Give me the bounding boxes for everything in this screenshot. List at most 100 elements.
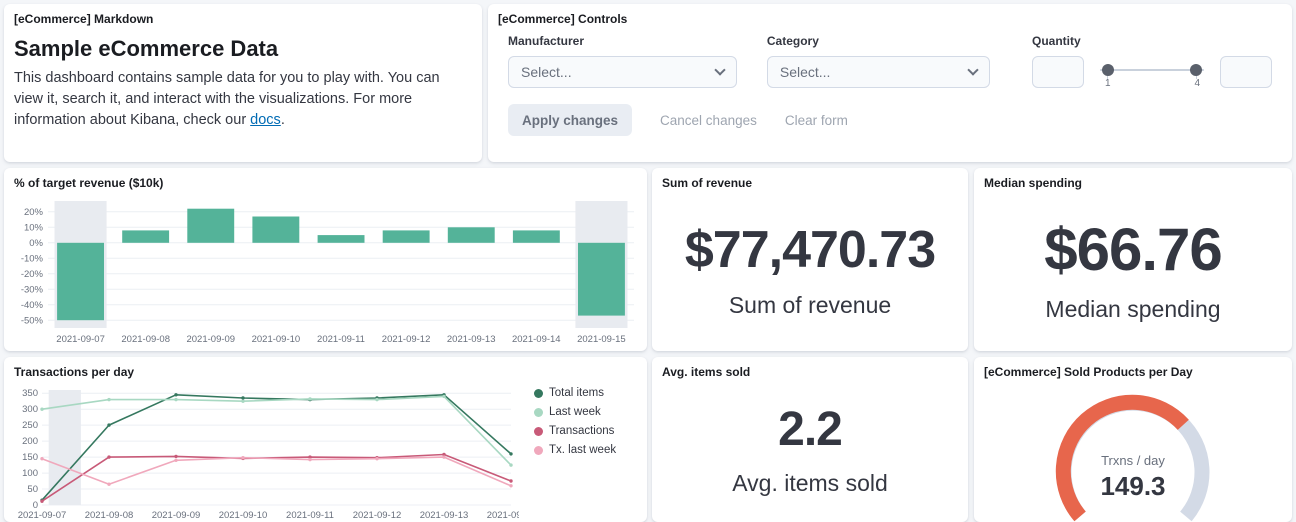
bar-chart: 20%10%0%-10%-20%-30%-40%-50%2021-09-0720…	[12, 196, 639, 351]
manufacturer-label: Manufacturer	[508, 34, 737, 48]
manufacturer-control: Manufacturer Select...	[508, 34, 737, 88]
panel-transactions-per-day: Transactions per day 0501001502002503003…	[4, 357, 647, 522]
slider-min-label: 1	[1105, 78, 1111, 89]
metric: $66.76 Median spending	[974, 192, 1292, 351]
legend-label: Last week	[549, 406, 601, 418]
quantity-slider[interactable]: 1 4	[1100, 56, 1204, 88]
svg-text:2021-09-08: 2021-09-08	[121, 334, 170, 345]
panel-median-spending: Median spending $66.76 Median spending	[974, 168, 1292, 351]
apply-changes-button[interactable]: Apply changes	[508, 104, 632, 136]
legend-item-total-items[interactable]: Total items	[534, 387, 616, 399]
svg-text:-10%: -10%	[21, 253, 44, 264]
panel-title: Sum of revenue	[652, 168, 968, 192]
legend-color-dot	[534, 389, 543, 398]
chart-legend: Total items Last week Transactions Tx. l…	[534, 387, 616, 456]
svg-text:350: 350	[22, 388, 38, 399]
panel-sold-products-per-day: [eCommerce] Sold Products per Day Trxns …	[974, 357, 1292, 522]
legend-color-dot	[534, 408, 543, 417]
docs-link[interactable]: docs	[250, 112, 281, 128]
metric-value: $77,470.73	[685, 224, 935, 276]
panel-target-revenue: % of target revenue ($10k) 20%10%0%-10%-…	[4, 168, 647, 351]
svg-text:250: 250	[22, 420, 38, 431]
quantity-max-input[interactable]	[1220, 56, 1272, 88]
panel-title: Avg. items sold	[652, 357, 968, 381]
svg-text:150: 150	[22, 452, 38, 463]
svg-text:-20%: -20%	[21, 269, 44, 280]
legend-color-dot	[534, 427, 543, 436]
slider-handle-max[interactable]	[1190, 64, 1202, 76]
slider-max-label: 4	[1194, 78, 1200, 89]
metric: $77,470.73 Sum of revenue	[652, 192, 968, 351]
svg-text:-30%: -30%	[21, 284, 44, 295]
svg-text:20%: 20%	[24, 207, 44, 218]
markdown-body: This dashboard contains sample data for …	[4, 66, 470, 131]
panel-avg-items-sold: Avg. items sold 2.2 Avg. items sold	[652, 357, 968, 522]
svg-text:2021-09-12: 2021-09-12	[382, 334, 431, 345]
cancel-changes-button[interactable]: Cancel changes	[660, 113, 757, 128]
category-select[interactable]: Select...	[767, 56, 990, 88]
legend-item-last-week[interactable]: Last week	[534, 406, 616, 418]
svg-text:10%: 10%	[24, 222, 44, 233]
category-placeholder: Select...	[780, 64, 831, 80]
chevron-down-icon	[967, 64, 978, 75]
legend-item-tx-last-week[interactable]: Tx. last week	[534, 444, 616, 456]
svg-text:2021-09-14: 2021-09-14	[487, 510, 519, 521]
svg-text:2021-09-13: 2021-09-13	[447, 334, 496, 345]
line-chart: 0501001502002503003502021-09-072021-09-0…	[12, 385, 519, 522]
svg-text:-40%: -40%	[21, 300, 44, 311]
markdown-text: This dashboard contains sample data for …	[14, 70, 440, 128]
metric: 2.2 Avg. items sold	[652, 381, 968, 522]
panel-title: [eCommerce] Markdown	[4, 4, 482, 28]
svg-text:2021-09-10: 2021-09-10	[252, 334, 301, 345]
svg-text:-50%: -50%	[21, 315, 44, 326]
category-control: Category Select...	[767, 34, 990, 88]
clear-form-button[interactable]: Clear form	[785, 113, 848, 128]
metric-value: $66.76	[1044, 220, 1222, 280]
legend-item-transactions[interactable]: Transactions	[534, 425, 616, 437]
svg-text:2021-09-11: 2021-09-11	[286, 510, 334, 521]
legend-color-dot	[534, 446, 543, 455]
panel-controls: [eCommerce] Controls Manufacturer Select…	[488, 4, 1292, 162]
metric-label: Sum of revenue	[729, 292, 891, 319]
svg-text:2021-09-14: 2021-09-14	[512, 334, 561, 345]
svg-text:2021-09-10: 2021-09-10	[219, 510, 268, 521]
quantity-control: Quantity 1 4	[1032, 34, 1272, 88]
slider-handle-min[interactable]	[1102, 64, 1114, 76]
quantity-min-input[interactable]	[1032, 56, 1084, 88]
svg-text:2021-09-12: 2021-09-12	[353, 510, 402, 521]
panel-markdown: [eCommerce] Markdown Sample eCommerce Da…	[4, 4, 482, 162]
quantity-row: 1 4	[1032, 56, 1272, 88]
controls-row: Manufacturer Select... Category Select..…	[488, 34, 1292, 88]
svg-text:50: 50	[27, 484, 38, 495]
chevron-down-icon	[714, 64, 725, 75]
metric-label: Avg. items sold	[732, 470, 888, 497]
svg-text:2021-09-09: 2021-09-09	[152, 510, 201, 521]
panel-title: Median spending	[974, 168, 1292, 192]
quantity-label: Quantity	[1032, 34, 1272, 48]
category-label: Category	[767, 34, 990, 48]
manufacturer-placeholder: Select...	[521, 64, 572, 80]
svg-text:2021-09-09: 2021-09-09	[186, 334, 235, 345]
panel-title: [eCommerce] Controls	[488, 4, 1292, 28]
panel-title: Transactions per day	[4, 357, 647, 381]
svg-text:2021-09-13: 2021-09-13	[420, 510, 469, 521]
panel-sum-of-revenue: Sum of revenue $77,470.73 Sum of revenue	[652, 168, 968, 351]
svg-text:2021-09-08: 2021-09-08	[85, 510, 134, 521]
markdown-text-end: .	[281, 112, 285, 128]
svg-text:2021-09-07: 2021-09-07	[18, 510, 67, 521]
metric-value: 2.2	[778, 406, 842, 454]
legend-label: Total items	[549, 387, 604, 399]
panel-title: % of target revenue ($10k)	[4, 168, 647, 192]
svg-text:2021-09-15: 2021-09-15	[577, 334, 626, 345]
controls-buttons-row: Apply changes Cancel changes Clear form	[488, 104, 1292, 136]
legend-label: Transactions	[549, 425, 614, 437]
manufacturer-select[interactable]: Select...	[508, 56, 737, 88]
svg-text:2021-09-07: 2021-09-07	[56, 334, 105, 345]
svg-text:300: 300	[22, 404, 38, 415]
svg-text:100: 100	[22, 468, 38, 479]
gauge-chart	[982, 385, 1284, 522]
metric-label: Median spending	[1045, 296, 1220, 323]
svg-text:2021-09-11: 2021-09-11	[317, 334, 365, 345]
panel-title: [eCommerce] Sold Products per Day	[974, 357, 1292, 381]
slider-track	[1100, 69, 1204, 71]
